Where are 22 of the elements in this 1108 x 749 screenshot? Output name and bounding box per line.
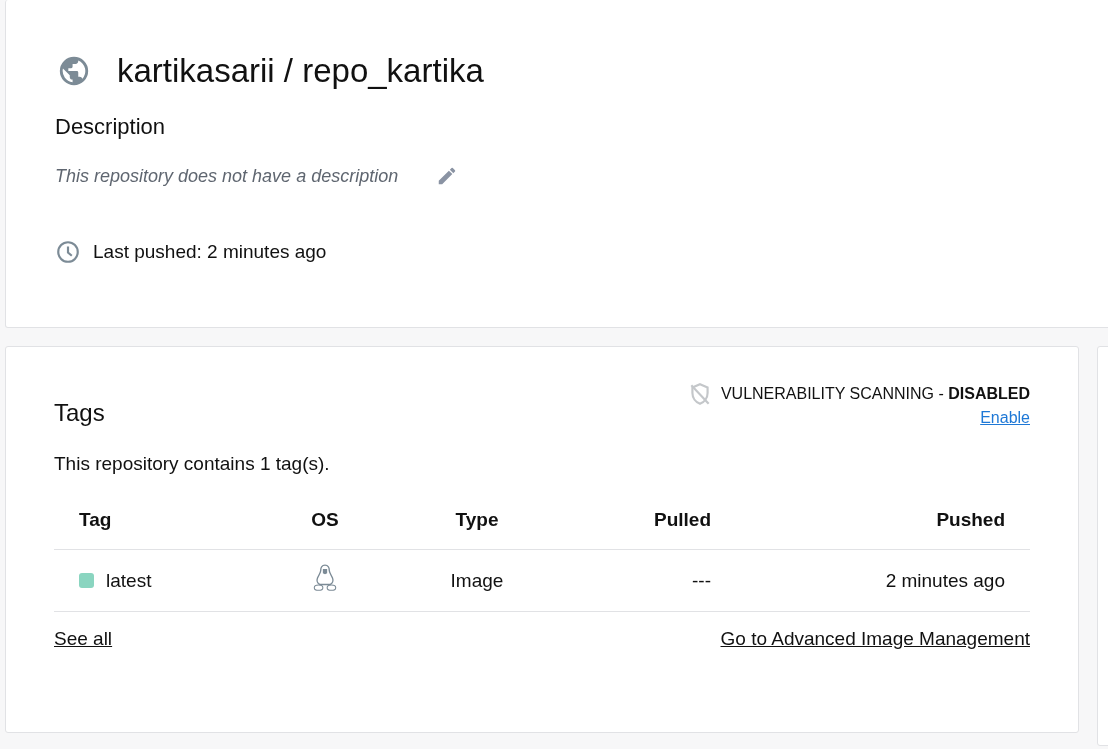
column-header: Pulled: [653, 509, 711, 531]
pulled-cell: ---: [692, 569, 711, 592]
tags-heading: Tags: [54, 399, 105, 427]
last-pushed-text: Last pushed: 2 minutes ago: [93, 241, 327, 263]
tag-name: latest: [106, 569, 152, 592]
column-header: Pushed: [935, 509, 1005, 531]
clock-icon: [55, 239, 81, 265]
see-all-link[interactable]: See all: [54, 628, 113, 650]
advanced-image-management-link[interactable]: Go to Advanced Image Management: [720, 628, 1030, 650]
type-cell: Image: [450, 569, 504, 592]
penguin-icon: [312, 563, 338, 593]
column-header: Tag: [79, 509, 113, 531]
description-text: This repository does not have a description: [55, 165, 399, 187]
enable-link[interactable]: Enable: [980, 409, 1030, 427]
pushed-cell: 2 minutes ago: [885, 569, 1005, 592]
tag-count-text: This repository contains 1 tag(s).: [54, 453, 331, 475]
description-heading: Description: [55, 114, 167, 140]
globe-icon: [57, 54, 91, 88]
column-header: Type: [454, 509, 500, 531]
column-header: OS: [310, 509, 340, 531]
scanning-status: VULNERABILITY SCANNING - DISABLED: [720, 385, 1030, 403]
repository-title: kartikasarii / repo_kartika: [117, 52, 484, 90]
